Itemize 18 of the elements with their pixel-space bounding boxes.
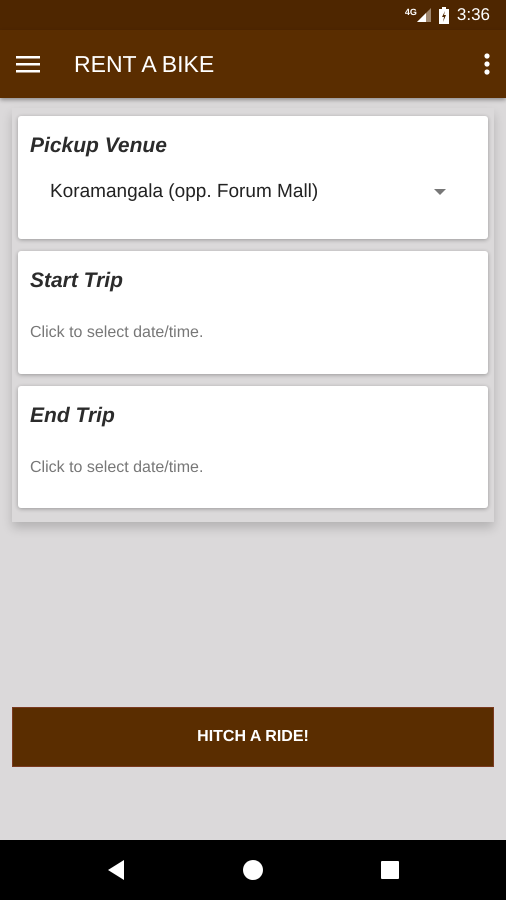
card-title: End Trip [30, 403, 116, 429]
signal-icon [416, 8, 431, 22]
battery-icon [438, 6, 449, 24]
network-type: 4G [404, 6, 417, 19]
caret-icon [434, 188, 446, 195]
hitch-ride-button[interactable]: HITCH A RIDE! [12, 707, 494, 767]
menu-icon[interactable] [16, 55, 40, 73]
home-icon[interactable] [242, 859, 264, 881]
date-time-field[interactable]: Click to select date/time. [30, 320, 476, 344]
more-options-icon[interactable] [484, 53, 490, 75]
clock: 3:36 [456, 4, 490, 26]
back-icon[interactable] [106, 859, 126, 881]
card-title: Start Trip [30, 268, 124, 294]
card-title: Pickup Venue [30, 133, 168, 159]
venue-dropdown[interactable]: Koramangala (opp. Forum Mall) [30, 178, 476, 206]
date-time-field[interactable]: Click to select date/time. [30, 456, 476, 480]
recents-icon[interactable] [380, 860, 400, 880]
app-title: RENT A BIKE [74, 50, 214, 79]
